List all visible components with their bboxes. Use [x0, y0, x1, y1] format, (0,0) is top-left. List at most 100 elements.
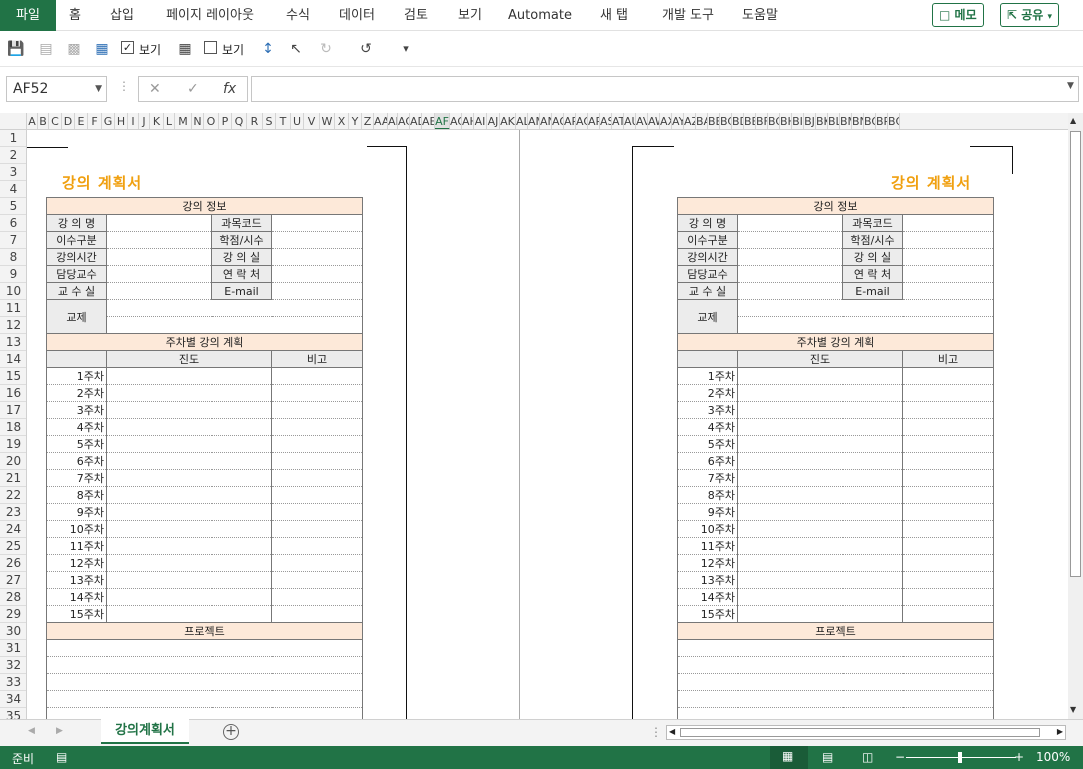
- field-value[interactable]: [270, 231, 364, 249]
- project-row[interactable]: [676, 673, 995, 691]
- zoom-level[interactable]: 100%: [1036, 750, 1070, 764]
- column-header-ae[interactable]: AE: [422, 113, 435, 129]
- column-header-bg[interactable]: BG: [768, 113, 780, 129]
- column-header-d[interactable]: D: [62, 113, 75, 129]
- column-header-ac[interactable]: AC: [398, 113, 410, 129]
- week-note[interactable]: [901, 537, 995, 555]
- column-header-r[interactable]: R: [247, 113, 263, 129]
- week-progress[interactable]: [106, 503, 272, 521]
- row-header-21[interactable]: 21: [0, 470, 26, 487]
- week-note[interactable]: [270, 588, 364, 606]
- field-value[interactable]: [106, 248, 212, 266]
- select-all-corner[interactable]: [0, 113, 27, 129]
- field-value[interactable]: [270, 282, 364, 300]
- field-value[interactable]: [901, 214, 995, 232]
- scroll-left-icon[interactable]: ◀: [669, 727, 675, 736]
- field-value[interactable]: [901, 282, 995, 300]
- project-row[interactable]: [45, 656, 364, 674]
- column-header-bl[interactable]: BL: [828, 113, 840, 129]
- column-header-ad[interactable]: AD: [410, 113, 422, 129]
- clipboard-icon[interactable]: ▩: [64, 39, 84, 59]
- textbook-value[interactable]: [736, 316, 995, 334]
- column-header-q[interactable]: Q: [232, 113, 247, 129]
- customize-qat-icon[interactable]: ▾: [396, 39, 416, 59]
- row-header-31[interactable]: 31: [0, 640, 26, 657]
- column-header-u[interactable]: U: [291, 113, 304, 129]
- project-row[interactable]: [676, 690, 995, 708]
- undo-icon[interactable]: ↺: [356, 39, 376, 59]
- field-value[interactable]: [901, 231, 995, 249]
- column-header-bp[interactable]: BP: [876, 113, 888, 129]
- scroll-thumb[interactable]: [680, 728, 1040, 737]
- column-header-am[interactable]: AM: [528, 113, 540, 129]
- tab-page-layout[interactable]: 페이지 레이아웃: [156, 0, 264, 31]
- row-header-28[interactable]: 28: [0, 589, 26, 606]
- column-header-ba[interactable]: BA: [696, 113, 708, 129]
- page-break-view-icon[interactable]: ◫: [862, 750, 873, 764]
- week-progress[interactable]: [737, 571, 903, 589]
- field-value[interactable]: [106, 282, 212, 300]
- zoom-in-icon[interactable]: +: [1014, 750, 1024, 764]
- week-progress[interactable]: [737, 452, 903, 470]
- field-value[interactable]: [270, 214, 364, 232]
- week-note[interactable]: [901, 520, 995, 538]
- row-header-18[interactable]: 18: [0, 419, 26, 436]
- column-header-be[interactable]: BE: [744, 113, 756, 129]
- week-progress[interactable]: [106, 452, 272, 470]
- week-note[interactable]: [901, 605, 995, 623]
- column-header-o[interactable]: O: [204, 113, 219, 129]
- week-note[interactable]: [270, 418, 364, 436]
- week-note[interactable]: [270, 605, 364, 623]
- week-note[interactable]: [901, 469, 995, 487]
- week-progress[interactable]: [737, 486, 903, 504]
- week-progress[interactable]: [106, 418, 272, 436]
- row-header-23[interactable]: 23: [0, 504, 26, 521]
- row-header-15[interactable]: 15: [0, 368, 26, 385]
- project-row[interactable]: [676, 707, 995, 719]
- column-header-bb[interactable]: BB: [708, 113, 720, 129]
- week-note[interactable]: [270, 571, 364, 589]
- week-note[interactable]: [901, 418, 995, 436]
- column-header-bj[interactable]: BJ: [804, 113, 816, 129]
- freeze-panes-icon[interactable]: ▦: [92, 39, 112, 59]
- row-header-26[interactable]: 26: [0, 555, 26, 572]
- save-icon[interactable]: 💾: [6, 39, 26, 59]
- row-header-11[interactable]: 11: [0, 300, 26, 317]
- field-value[interactable]: [737, 214, 843, 232]
- add-sheet-icon[interactable]: +: [223, 724, 239, 740]
- row-header-14[interactable]: 14: [0, 351, 26, 368]
- tab-view[interactable]: 보기: [450, 0, 490, 31]
- row-header-25[interactable]: 25: [0, 538, 26, 555]
- row-header-35[interactable]: 35: [0, 708, 26, 719]
- week-note[interactable]: [270, 469, 364, 487]
- week-progress[interactable]: [106, 367, 272, 385]
- confirm-icon[interactable]: ✓: [187, 81, 199, 97]
- field-value[interactable]: [901, 265, 995, 283]
- sheet-tab[interactable]: 강의계획서: [101, 719, 189, 744]
- column-header-at[interactable]: AT: [612, 113, 624, 129]
- row-header-3[interactable]: 3: [0, 164, 26, 181]
- tab-insert[interactable]: 삽입: [104, 0, 140, 31]
- week-note[interactable]: [901, 571, 995, 589]
- week-progress[interactable]: [106, 605, 272, 623]
- vertical-scrollbar[interactable]: ▲ ▼: [1068, 113, 1083, 719]
- row-header-10[interactable]: 10: [0, 283, 26, 300]
- row-header-33[interactable]: 33: [0, 674, 26, 691]
- column-header-bc[interactable]: BC: [720, 113, 732, 129]
- column-header-x[interactable]: X: [335, 113, 349, 129]
- week-note[interactable]: [270, 401, 364, 419]
- week-note[interactable]: [901, 503, 995, 521]
- sheet-grid[interactable]: 강의 계획서 강의 계획서 강의 정보 강 의 명 과목코드 이수구분 학점/시수 강의시…: [27, 130, 1068, 719]
- column-header-p[interactable]: P: [219, 113, 232, 129]
- row-header-4[interactable]: 4: [0, 181, 26, 198]
- row-header-12[interactable]: 12: [0, 317, 26, 334]
- row-header-22[interactable]: 22: [0, 487, 26, 504]
- week-progress[interactable]: [737, 588, 903, 606]
- redo-icon[interactable]: ↻: [316, 39, 336, 59]
- week-note[interactable]: [901, 435, 995, 453]
- scroll-thumb[interactable]: [1070, 131, 1081, 577]
- week-progress[interactable]: [737, 520, 903, 538]
- week-note[interactable]: [901, 452, 995, 470]
- week-note[interactable]: [270, 384, 364, 402]
- row-header-2[interactable]: 2: [0, 147, 26, 164]
